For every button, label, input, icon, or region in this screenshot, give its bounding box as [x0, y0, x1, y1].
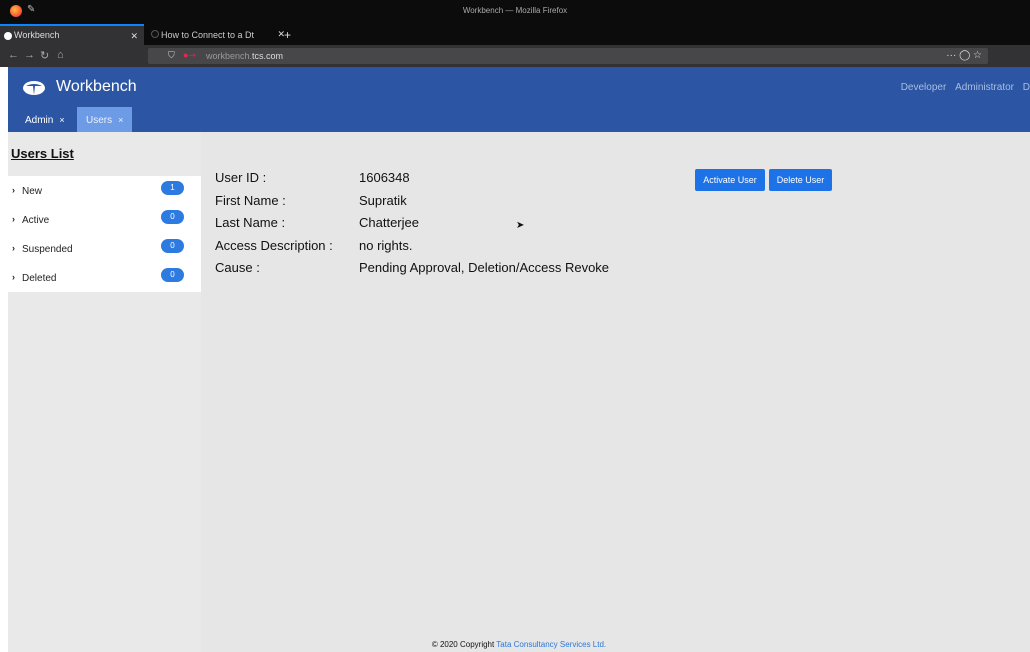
footer: © 2020 Copyright Tata Consultancy Servic… [8, 640, 1030, 649]
browser-navbar: ← → ↻ ⌂ ⛉ ●⊸ workbench.tcs.com ··· ◯ ☆ [0, 45, 1030, 67]
tab-admin[interactable]: Admin × [16, 107, 74, 132]
footer-copyright: © 2020 Copyright [431, 640, 497, 649]
browser-tab-label: Workbench [14, 30, 60, 40]
tab-favicon-icon [151, 30, 159, 38]
close-tab-icon[interactable]: ✕ [130, 31, 138, 42]
new-tab-icon[interactable]: + [284, 28, 291, 42]
footer-company-link[interactable]: Tata Consultancy Services Ltd. [496, 640, 606, 649]
tab-users[interactable]: Users × [77, 107, 133, 132]
count-badge: 0 [161, 268, 184, 282]
sidebar-item-label: Suspended [22, 244, 73, 255]
count-badge: 0 [161, 239, 184, 253]
header-links: Developer Administrator D [895, 82, 1030, 93]
sidebar: Users List › New 1 › Active 0 › Suspende… [8, 132, 201, 652]
back-icon[interactable]: ← [8, 49, 19, 61]
sidebar-title: Users List [11, 146, 74, 161]
tata-logo-icon [23, 81, 45, 95]
chevron-right-icon: › [12, 185, 15, 195]
window-title: Workbench — Mozilla Firefox [462, 6, 568, 15]
close-icon[interactable]: × [59, 115, 64, 125]
shield-icon[interactable]: ⛉ [168, 50, 175, 61]
browser-tabstrip: Workbench ✕ How to Connect to a Dt ✕ + [0, 24, 1030, 45]
count-badge: 0 [161, 210, 184, 224]
sidebar-item-label: New [22, 186, 43, 197]
main-content: Users List › New 1 › Active 0 › Suspende… [8, 132, 1030, 652]
browser-tab-howto[interactable]: How to Connect to a Dt ✕ [147, 24, 291, 45]
field-value: 1606348 [359, 170, 410, 185]
reload-icon[interactable]: ↻ [40, 49, 49, 62]
count-badge: 1 [161, 181, 184, 195]
close-icon[interactable]: × [118, 115, 123, 125]
field-label: Last Name : [215, 215, 286, 230]
activate-user-button[interactable]: Activate User [695, 169, 765, 191]
browser-tab-workbench[interactable]: Workbench ✕ [0, 24, 144, 45]
lock-icon[interactable]: ●⊸ [183, 50, 196, 61]
sidebar-item-label: Deleted [22, 273, 57, 284]
field-label: Cause : [215, 260, 260, 275]
delete-user-button[interactable]: Delete User [769, 169, 832, 191]
home-icon[interactable]: ⌂ [57, 49, 64, 61]
field-label: First Name : [215, 192, 286, 208]
field-label: User ID : [215, 170, 267, 185]
url-text[interactable]: workbench.tcs.com [206, 51, 283, 61]
sidebar-item-deleted[interactable]: › Deleted 0 [8, 263, 201, 292]
chevron-right-icon: › [12, 214, 15, 224]
sidebar-item-active[interactable]: › Active 0 [8, 205, 201, 234]
chevron-right-icon: › [12, 243, 15, 253]
mouse-cursor-icon: ➤ [516, 220, 525, 231]
tab-admin-label: Admin [25, 115, 54, 126]
field-value: Supratik [359, 192, 407, 208]
tab-users-label: Users [86, 115, 113, 126]
header-link-truncated[interactable]: D [1023, 82, 1030, 93]
sidebar-list: › New 1 › Active 0 › Suspended 0 › Delet… [8, 176, 201, 292]
browser-titlebar: ✎ Workbench — Mozilla Firefox [0, 0, 1030, 24]
url-bar[interactable]: ⛉ ●⊸ workbench.tcs.com ··· ◯ ☆ [148, 48, 988, 64]
app-brand: Workbench [56, 78, 137, 95]
more-icon[interactable]: ··· ◯ ☆ [946, 50, 982, 61]
field-value: no rights. [359, 237, 413, 253]
sidebar-item-label: Active [22, 215, 50, 226]
field-label: Access Description : [215, 237, 333, 253]
field-value: Pending Approval, Deletion/Access Revoke [359, 260, 610, 275]
chevron-right-icon: › [12, 272, 15, 282]
header-link-developer[interactable]: Developer [901, 82, 947, 93]
field-value: Chatterjee [359, 215, 419, 230]
forward-icon[interactable]: → [24, 49, 35, 61]
sidebar-item-new[interactable]: › New 1 [8, 176, 201, 205]
browser-tab-label: How to Connect to a Dt [161, 30, 255, 40]
sidebar-item-suspended[interactable]: › Suspended 0 [8, 234, 201, 263]
tab-favicon-icon [4, 32, 12, 40]
app-header: Workbench Developer Administrator D Admi… [8, 67, 1030, 132]
header-link-administrator[interactable]: Administrator [955, 82, 1014, 93]
